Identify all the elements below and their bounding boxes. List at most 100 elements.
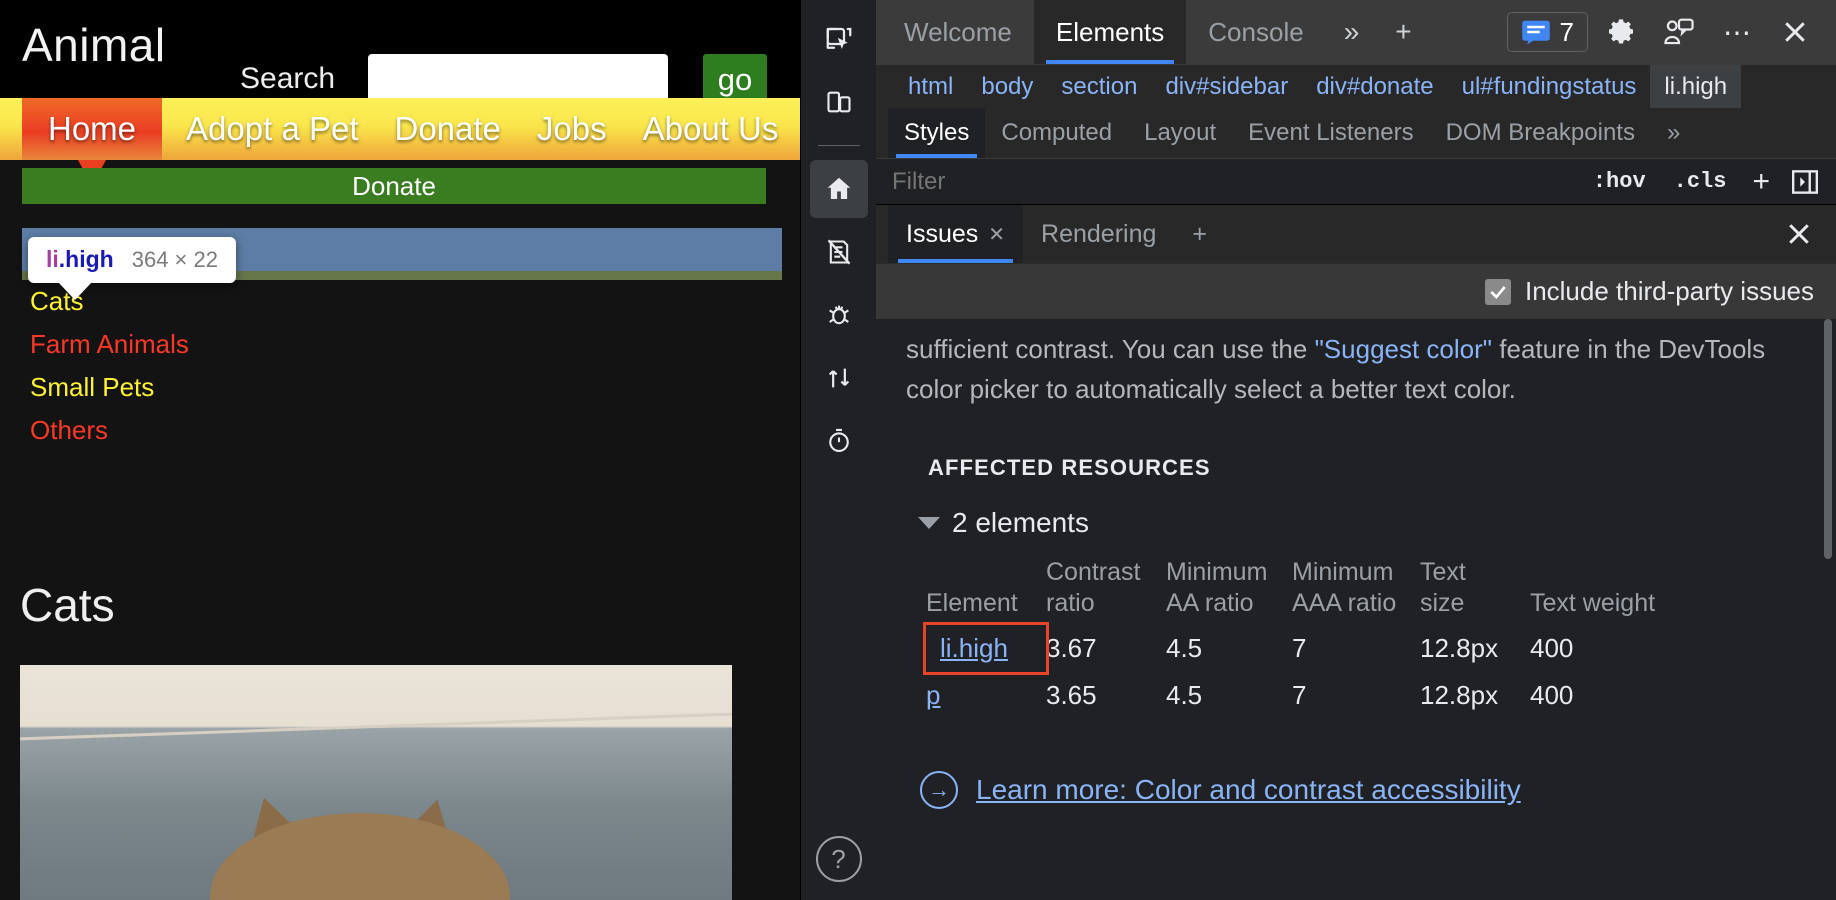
pane-tab-event-listeners[interactable]: Event Listeners xyxy=(1232,108,1429,158)
gear-icon[interactable] xyxy=(1594,5,1648,59)
row1-element-link[interactable]: p xyxy=(926,680,940,710)
drawer-tab-issues[interactable]: Issues ✕ xyxy=(888,205,1023,263)
cat-photo xyxy=(20,665,732,900)
breadcrumb-item-div-donate[interactable]: div#donate xyxy=(1302,73,1447,101)
web-page-viewport: Animal Search go Home Adopt a Pet Donate… xyxy=(0,0,800,900)
table-header-row: Element Contrast ratio Minimum AA ratio … xyxy=(926,557,1677,625)
row0-element[interactable]: li.high xyxy=(926,625,1046,672)
feedback-icon[interactable] xyxy=(1652,5,1706,59)
new-style-rule-button[interactable]: + xyxy=(1740,165,1782,199)
row0-text-size: 12.8px xyxy=(1420,625,1530,672)
issue-scrollbar[interactable] xyxy=(1824,319,1832,559)
breadcrumb-item-li-high[interactable]: li.high xyxy=(1650,65,1741,109)
devtools-drawer: Issues ✕ Rendering + Include third-party… xyxy=(876,204,1836,900)
row1-min-aaa: 7 xyxy=(1292,672,1420,719)
pane-tabs-overflow-icon[interactable]: » xyxy=(1651,108,1696,158)
breadcrumb-item-div-sidebar[interactable]: div#sidebar xyxy=(1151,73,1302,101)
include-third-party-label: Include third-party issues xyxy=(1525,276,1814,307)
plus-icon[interactable]: + xyxy=(1377,0,1429,64)
close-icon[interactable]: ✕ xyxy=(988,222,1005,247)
activity-bar-divider xyxy=(818,145,860,146)
debug-bug-icon[interactable] xyxy=(810,286,868,344)
home-icon[interactable] xyxy=(810,160,868,218)
pane-tab-computed[interactable]: Computed xyxy=(985,108,1128,158)
main-navigation: Home Adopt a Pet Donate Jobs About Us xyxy=(0,98,800,160)
breadcrumb-item-html[interactable]: html xyxy=(894,73,967,101)
network-sort-icon[interactable] xyxy=(810,349,868,407)
inspect-element-icon[interactable] xyxy=(810,10,868,68)
help-icon[interactable]: ? xyxy=(816,836,862,882)
learn-more-link[interactable]: Learn more: Color and contrast accessibi… xyxy=(976,774,1521,806)
issues-count: 7 xyxy=(1560,17,1574,48)
pane-tab-styles[interactable]: Styles xyxy=(888,108,985,158)
row1-element[interactable]: p xyxy=(926,672,1046,719)
devtools-panel: ? Welcome Elements Console » + 7 xyxy=(800,0,1836,900)
affected-elements-count: 2 elements xyxy=(952,507,1089,539)
row0-element-link[interactable]: li.high xyxy=(940,633,1008,663)
drawer-add-tab-icon[interactable]: + xyxy=(1174,205,1225,263)
include-third-party-checkbox[interactable] xyxy=(1485,279,1511,305)
issues-badge[interactable]: 7 xyxy=(1507,12,1588,52)
funding-item-farm-animals[interactable]: Farm Animals xyxy=(22,323,782,366)
row0-contrast-ratio: 3.67 xyxy=(1046,625,1166,672)
pane-tab-layout[interactable]: Layout xyxy=(1128,108,1232,158)
col-text-weight: Text weight xyxy=(1530,557,1677,625)
inspect-tooltip-tag: li.high xyxy=(46,246,114,273)
devtools-tab-bar: Welcome Elements Console » + 7 xyxy=(876,0,1836,64)
row1-text-weight: 400 xyxy=(1530,672,1677,719)
funding-item-small-pets[interactable]: Small Pets xyxy=(22,366,782,409)
breadcrumb-item-ul-fundingstatus[interactable]: ul#fundingstatus xyxy=(1448,73,1651,101)
drawer-tab-issues-label: Issues xyxy=(906,220,978,249)
tab-console[interactable]: Console xyxy=(1186,0,1325,64)
inspect-tag-name: li xyxy=(46,246,59,272)
issue-detail-body: sufficient contrast. You can use the "Su… xyxy=(876,319,1836,900)
styles-filter-input[interactable] xyxy=(876,168,1579,196)
table-row: li.high 3.67 4.5 7 12.8px 400 xyxy=(926,625,1677,672)
notes-icon[interactable] xyxy=(810,223,868,281)
toggle-styles-sidebar-icon[interactable] xyxy=(1782,169,1836,195)
styles-pane-tabs: Styles Computed Layout Event Listeners D… xyxy=(876,108,1836,158)
inspect-tooltip-dimensions: 364 × 22 xyxy=(132,247,218,273)
nav-item-home[interactable]: Home xyxy=(22,98,162,160)
pane-tab-dom-breakpoints[interactable]: DOM Breakpoints xyxy=(1430,108,1651,158)
affected-elements-summary[interactable]: 2 elements xyxy=(906,507,1806,539)
nav-item-donate[interactable]: Donate xyxy=(377,98,519,160)
issue-description: sufficient contrast. You can use the "Su… xyxy=(906,325,1806,409)
donate-banner[interactable]: Donate xyxy=(22,168,766,204)
styles-filter-row: :hov .cls + xyxy=(876,158,1836,204)
tab-elements[interactable]: Elements xyxy=(1034,0,1186,64)
issue-description-part1: sufficient contrast. You can use the xyxy=(906,334,1315,364)
funding-item-others[interactable]: Others xyxy=(22,409,782,452)
include-third-party-row: Include third-party issues xyxy=(876,263,1836,319)
performance-timer-icon[interactable] xyxy=(810,412,868,470)
photo-floor-line xyxy=(20,713,732,741)
element-classes-button[interactable]: .cls xyxy=(1660,169,1741,194)
site-title: Animal xyxy=(22,18,166,72)
breadcrumb-item-section[interactable]: section xyxy=(1047,73,1151,101)
col-element: Element xyxy=(926,557,1046,625)
drawer-tab-rendering[interactable]: Rendering xyxy=(1023,205,1174,263)
more-options-icon[interactable]: ⋯ xyxy=(1710,5,1764,59)
tab-welcome[interactable]: Welcome xyxy=(882,0,1034,64)
col-minimum-aaa-ratio: Minimum AAA ratio xyxy=(1292,557,1420,625)
toggle-element-state-button[interactable]: :hov xyxy=(1579,169,1660,194)
chevron-down-icon[interactable] xyxy=(918,517,940,529)
devtools-right-icons: ⋯ xyxy=(1594,0,1836,64)
device-toolbar-icon[interactable] xyxy=(810,73,868,131)
chevron-double-right-icon[interactable]: » xyxy=(1326,0,1378,64)
nav-item-jobs[interactable]: Jobs xyxy=(519,98,625,160)
row1-text-size: 12.8px xyxy=(1420,672,1530,719)
close-icon[interactable] xyxy=(1768,5,1822,59)
breadcrumb-item-body[interactable]: body xyxy=(967,73,1047,101)
learn-more-row[interactable]: → Learn more: Color and contrast accessi… xyxy=(906,771,1806,809)
search-label: Search xyxy=(240,62,335,96)
funding-item-cats[interactable]: Cats xyxy=(22,280,782,323)
site-header: Animal Search go xyxy=(0,0,800,98)
devtools-activity-bar: ? xyxy=(801,0,876,900)
issues-speech-icon xyxy=(1521,19,1551,45)
nav-item-about-us[interactable]: About Us xyxy=(625,98,797,160)
col-minimum-aa-ratio: Minimum AA ratio xyxy=(1166,557,1292,625)
drawer-close-icon[interactable] xyxy=(1762,205,1836,263)
nav-item-adopt-a-pet[interactable]: Adopt a Pet xyxy=(168,98,376,160)
arrow-right-icon: → xyxy=(920,771,958,809)
